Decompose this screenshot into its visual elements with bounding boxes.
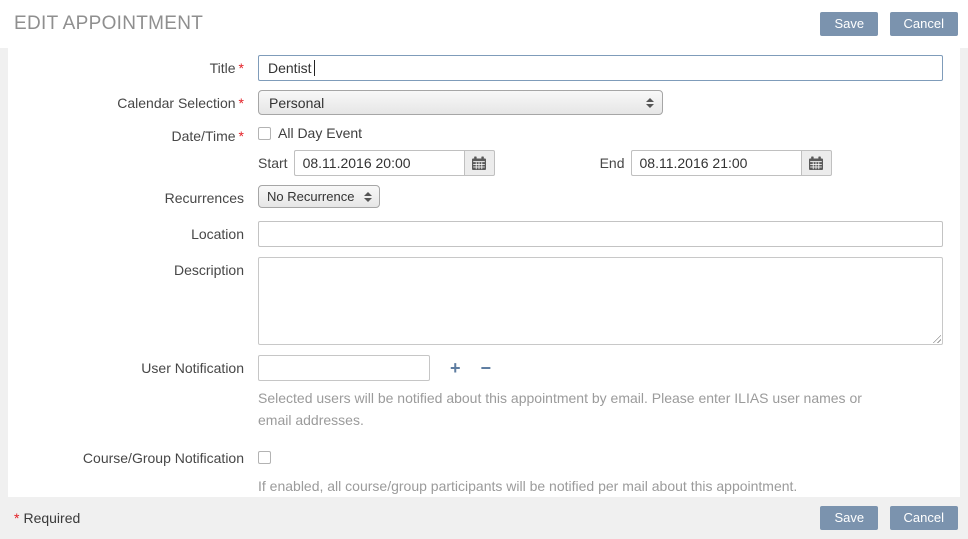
calendar-selection-row: Calendar Selection* Personal [8, 90, 943, 115]
calendar-icon [808, 156, 824, 171]
add-user-button[interactable]: + [450, 359, 461, 377]
location-row: Location [8, 221, 943, 247]
form-footer: *Required Save Cancel [0, 497, 968, 539]
course-group-notification-label: Course/Group Notification [8, 449, 258, 497]
form-panel: Title* Calendar Selection* Personal [8, 48, 960, 497]
end-label: End [600, 155, 625, 171]
edit-appointment-page: EDIT APPOINTMENT Save Cancel Title* Cale… [0, 0, 968, 532]
description-row: Description [8, 257, 943, 345]
form-header: EDIT APPOINTMENT Save Cancel [0, 0, 968, 48]
start-label: Start [258, 155, 288, 171]
description-textarea[interactable] [258, 257, 943, 345]
cancel-button-bottom[interactable]: Cancel [890, 506, 958, 530]
user-notification-label: User Notification [8, 355, 258, 431]
chevron-updown-icon [364, 192, 372, 202]
title-row: Title* [8, 55, 943, 81]
end-date-input[interactable] [631, 150, 801, 176]
remove-user-button[interactable]: − [481, 359, 492, 377]
chevron-updown-icon [646, 98, 654, 108]
end-calendar-button[interactable] [801, 150, 832, 176]
user-notification-row: User Notification + − Selected users wil… [8, 355, 943, 431]
footer-actions: Save Cancel [820, 506, 958, 530]
title-label: Title* [8, 55, 258, 81]
page-title: EDIT APPOINTMENT [14, 13, 203, 35]
user-notification-input[interactable] [258, 355, 430, 381]
user-notification-help: Selected users will be notified about th… [258, 387, 898, 431]
required-asterisk: * [239, 95, 244, 111]
required-asterisk: * [14, 510, 19, 526]
course-group-checkbox[interactable] [258, 451, 271, 464]
recurrences-label: Recurrences [8, 185, 258, 208]
calendar-selection-label: Calendar Selection* [8, 90, 258, 115]
start-calendar-button[interactable] [464, 150, 495, 176]
header-actions: Save Cancel [820, 12, 958, 36]
required-asterisk: * [239, 60, 244, 76]
course-group-notification-help: If enabled, all course/group participant… [258, 475, 938, 497]
datetime-row: Date/Time* All Day Event Start [8, 125, 943, 176]
cancel-button[interactable]: Cancel [890, 12, 958, 36]
save-button-bottom[interactable]: Save [820, 506, 878, 530]
description-label: Description [8, 257, 258, 345]
save-button[interactable]: Save [820, 12, 878, 36]
start-date-input[interactable] [294, 150, 464, 176]
required-note: *Required [14, 510, 80, 526]
recurrences-value: No Recurrence [267, 189, 354, 204]
recurrences-select[interactable]: No Recurrence [258, 185, 380, 208]
title-input[interactable] [258, 55, 943, 81]
calendar-selection-value: Personal [269, 95, 324, 111]
course-group-notification-row: Course/Group Notification If enabled, al… [8, 449, 943, 497]
all-day-checkbox[interactable] [258, 127, 271, 140]
location-label: Location [8, 221, 258, 247]
recurrences-row: Recurrences No Recurrence [8, 185, 943, 208]
calendar-icon [471, 156, 487, 171]
required-asterisk: * [239, 128, 244, 144]
datetime-label: Date/Time* [8, 125, 258, 176]
calendar-selection-select[interactable]: Personal [258, 90, 663, 115]
text-caret [314, 60, 315, 76]
all-day-label[interactable]: All Day Event [278, 125, 362, 141]
location-input[interactable] [258, 221, 943, 247]
